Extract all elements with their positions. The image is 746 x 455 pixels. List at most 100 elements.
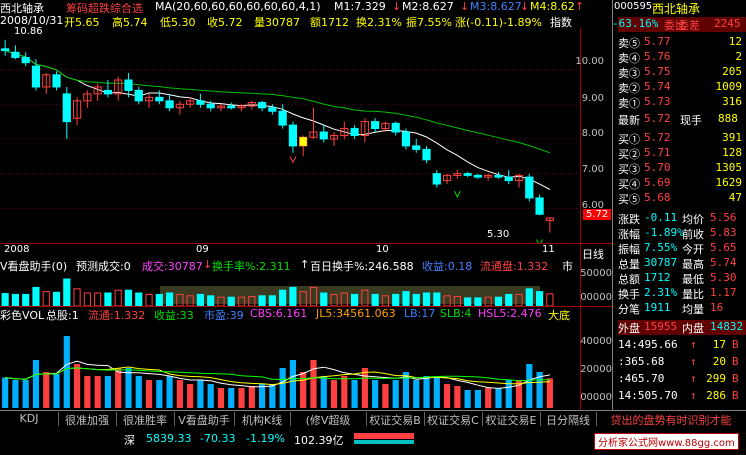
volume-bar (83, 292, 91, 306)
quote-row[interactable]: 买① 5.72 391 (618, 131, 746, 146)
volume-bar (464, 297, 472, 306)
color-vol-header: 彩色VOL 总股:1 流通:1.332 收益:33 市盈:39 CBS:6.16… (0, 307, 612, 323)
stat-value: -1.89% (644, 226, 684, 239)
color-volume-bar (546, 378, 553, 408)
candle (155, 96, 164, 102)
arrow-down-icon: ↓ (392, 0, 402, 13)
candlestick-chart[interactable] (0, 28, 580, 243)
color-volume-bar (320, 376, 327, 408)
trade-time-price: :465.70 (618, 372, 665, 385)
candle (432, 173, 441, 185)
quote-row[interactable]: 卖④ 5.76 2 (618, 50, 746, 65)
candle (391, 122, 400, 133)
candle (525, 176, 534, 199)
stat-label: 分笔 (618, 303, 640, 316)
tab-9[interactable]: 权证交易E (482, 412, 541, 427)
color-volume-bar (423, 376, 430, 408)
stat-label: 均价 (682, 213, 704, 226)
candle (268, 107, 277, 112)
volume-bar (63, 278, 71, 306)
color-vol-bottom: 大底 (548, 309, 570, 322)
color-vol-title[interactable]: 彩色VOL (0, 307, 44, 323)
trade-side: B (732, 355, 739, 368)
tab-2[interactable]: 很准加强 (58, 412, 117, 427)
quote-row[interactable]: 买③ 5.70 1305 (618, 161, 746, 176)
tab-8[interactable]: 权证交易C (424, 412, 483, 427)
volume-bar (474, 297, 482, 306)
quote-price: 5.75 (644, 65, 671, 78)
quote-volume: 2 (735, 50, 742, 63)
panel-divider (0, 243, 612, 244)
stat-label: 量比 (682, 288, 704, 301)
last-row: 最新 5.72 现手 888 (618, 112, 746, 127)
quote-name: 西北轴承 (652, 2, 701, 16)
quote-row[interactable]: 卖② 5.74 1009 (618, 80, 746, 95)
color-volume-bar (444, 384, 451, 408)
quote-price: 5.77 (644, 35, 671, 48)
volume-bar (196, 293, 204, 306)
quote-volume: 128 (722, 146, 742, 159)
volume-bar (155, 293, 163, 306)
color-volume-bar (248, 386, 255, 408)
tab-3[interactable]: 很准胜率 (116, 412, 175, 427)
stat-value: 5.83 (710, 226, 737, 239)
color-volume-bar (361, 368, 368, 408)
x-label-11: 11 (542, 244, 555, 255)
color-volume-bar (464, 390, 471, 408)
volume-bar (433, 292, 441, 306)
site-label[interactable]: 分析家公式网www.88gg.com (594, 433, 739, 450)
color-volume-bar (300, 372, 307, 408)
quote-row[interactable]: 卖⑤ 5.77 12 (618, 35, 746, 50)
quote-price: 5.74 (644, 80, 671, 93)
inner-label: 内盘 (682, 322, 704, 335)
quote-level-label: 卖① (618, 97, 640, 110)
volume-chart[interactable] (0, 272, 580, 306)
tab-10[interactable]: 日分隔线 (540, 412, 597, 427)
color-volume-bar (269, 384, 276, 408)
x-label-2008: 2008 (4, 244, 30, 255)
quote-row[interactable]: 买④ 5.69 1629 (618, 176, 746, 191)
color-volume-bar (74, 364, 81, 408)
color-volume-bar (2, 377, 9, 408)
color-vol-pe: 市盈:39 (204, 309, 244, 322)
color-volume-bar (135, 376, 142, 408)
quote-volume: 316 (722, 95, 742, 108)
volume-bar (94, 292, 102, 306)
color-volume-bar (145, 380, 153, 408)
tab-7[interactable]: 权证交易B (366, 412, 425, 427)
quote-row[interactable]: 买② 5.71 128 (618, 146, 746, 161)
tab-4[interactable]: V看盘助手 (174, 412, 235, 427)
quote-row[interactable]: 买⑤ 5.68 47 (618, 191, 746, 206)
tab-5[interactable]: 机构K线 (234, 412, 291, 427)
color-volume-chart[interactable] (0, 322, 580, 408)
quote-row[interactable]: 卖① 5.73 316 (618, 95, 746, 110)
tab-11[interactable]: 贷出的盘势有时识别才能 (596, 412, 746, 427)
candle (227, 105, 236, 109)
color-volume-bar (289, 360, 296, 408)
stat-label: 前收 (682, 228, 704, 241)
color-volume-bar (392, 380, 399, 408)
stat-value: 5.30 (710, 271, 737, 284)
trade-volume: 20 (712, 355, 726, 368)
candle (422, 148, 431, 161)
color-volume-bar (341, 376, 348, 408)
trade-time-price: 14:495.66 (618, 338, 678, 351)
candle (124, 79, 133, 91)
stat-value: 5.65 (710, 241, 737, 254)
quote-level-label: 买② (618, 148, 640, 161)
color-volume-bar (433, 376, 440, 408)
quote-row[interactable]: 卖③ 5.75 205 (618, 65, 746, 80)
volume-bar (32, 286, 40, 306)
quote-volume: 1305 (715, 161, 743, 174)
stat-value: 1.17 (710, 286, 737, 299)
candle (412, 145, 421, 150)
volume-bar (104, 292, 112, 306)
volume-bar (371, 293, 379, 306)
arrow-down-icon: ↓ (520, 0, 530, 13)
color-volume-bar (104, 376, 111, 408)
quote-volume: 12 (728, 35, 742, 48)
stat-label: 最高 (682, 258, 704, 271)
tab-1[interactable]: KDJ (0, 412, 59, 426)
color-volume-bar (125, 368, 132, 408)
tab-6[interactable]: (修V超级MACD) (290, 412, 367, 441)
